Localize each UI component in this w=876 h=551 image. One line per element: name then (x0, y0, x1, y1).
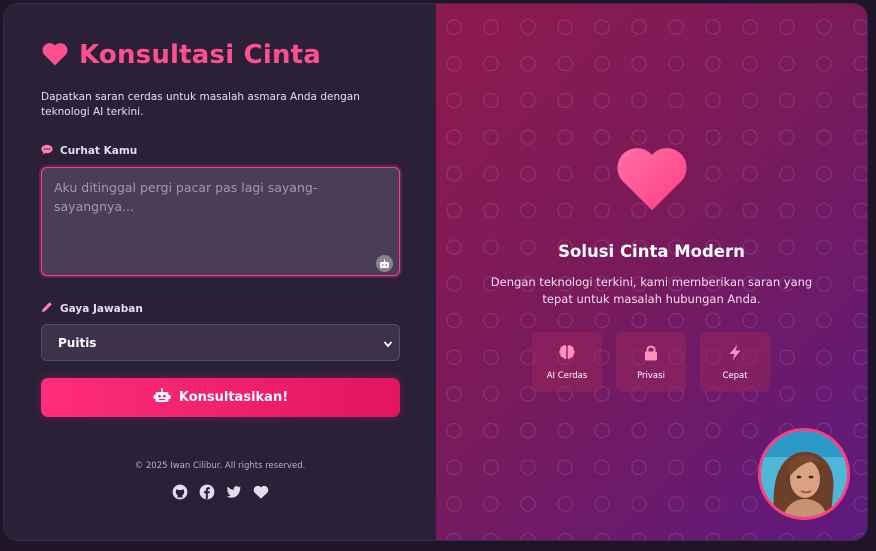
feature-ai-label: AI Cerdas (546, 370, 588, 381)
style-label-text: Gaya Jawaban (60, 302, 143, 315)
message-input[interactable] (41, 167, 400, 276)
page-title: Konsultasi Cinta (79, 40, 322, 70)
avatar-image (761, 431, 847, 517)
page-description: Dapatkan saran cerdas untuk masalah asma… (41, 91, 360, 118)
lock-icon (643, 344, 659, 364)
chevron-down-icon (383, 338, 393, 352)
style-select[interactable]: Puitis (41, 324, 400, 361)
hero-description: Dengan teknologi terkini, kami memberika… (490, 275, 813, 306)
consult-button-label: Konsultasikan! (178, 390, 289, 405)
main-card: Konsultasi Cinta Dapatkan saran cerdas u… (4, 4, 867, 540)
robot-icon[interactable] (376, 255, 393, 272)
github-icon[interactable] (172, 484, 188, 500)
hero-title: Solusi Cinta Modern (558, 242, 745, 261)
style-select-wrap: Puitis (41, 324, 400, 361)
avatar[interactable] (758, 428, 850, 520)
consultation-panel: Konsultasi Cinta Dapatkan saran cerdas u… (4, 4, 436, 540)
facebook-icon[interactable] (199, 484, 215, 500)
robot-icon (153, 387, 171, 407)
heart-icon (614, 142, 690, 216)
pencil-icon (41, 301, 53, 316)
style-label: Gaya Jawaban (41, 301, 399, 316)
feature-privacy-label: Privasi (637, 370, 665, 381)
feature-list: AI Cerdas Privasi Cepat (532, 332, 770, 392)
feature-ai: AI Cerdas (532, 332, 602, 392)
chat-bubble-icon (41, 144, 53, 158)
message-field-wrap (41, 167, 400, 280)
brain-icon (558, 344, 576, 364)
heart-icon (41, 41, 69, 70)
bolt-icon (728, 344, 742, 364)
feature-fast: Cepat (700, 332, 770, 392)
style-select-value: Puitis (58, 335, 97, 350)
copyright: © 2025 Iwan Cilibur. All rights reserved… (134, 461, 306, 471)
twitter-icon[interactable] (226, 484, 242, 500)
social-links (4, 484, 436, 500)
feature-fast-label: Cepat (722, 370, 748, 381)
message-label: Curhat Kamu (41, 144, 399, 158)
feature-privacy: Privasi (616, 332, 686, 392)
header: Konsultasi Cinta (41, 40, 399, 70)
heart-icon[interactable] (253, 484, 269, 500)
consult-button[interactable]: Konsultasikan! (41, 378, 400, 417)
message-label-text: Curhat Kamu (60, 145, 138, 157)
